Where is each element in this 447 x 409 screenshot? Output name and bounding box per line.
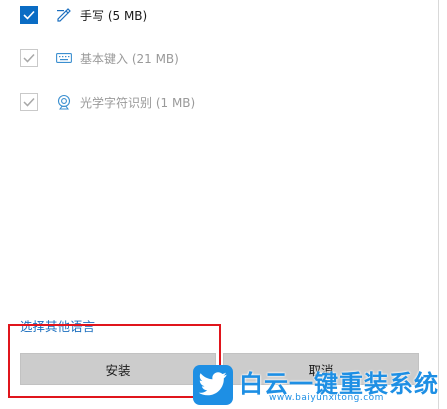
basic-typing-checkbox xyxy=(20,49,38,67)
handwriting-checkbox[interactable] xyxy=(20,6,38,24)
checkmark-icon xyxy=(23,53,35,63)
checkmark-icon xyxy=(23,97,35,107)
handwriting-label: 手写 (5 MB) xyxy=(80,8,148,23)
option-ocr: 光学字符识别 (1 MB) xyxy=(20,91,195,113)
panel-divider xyxy=(438,0,439,409)
ocr-checkbox xyxy=(20,93,38,111)
highlight-box xyxy=(8,324,221,398)
ocr-label: 光学字符识别 (1 MB) xyxy=(80,95,196,110)
watermark: 白云一键重装系统 www.baiyunxitong.com xyxy=(193,362,443,408)
ocr-camera-icon xyxy=(55,93,73,111)
bird-icon xyxy=(193,365,233,405)
option-handwriting[interactable]: 手写 (5 MB) xyxy=(20,4,147,26)
pen-icon xyxy=(55,6,73,24)
checkmark-icon xyxy=(23,10,35,20)
keyboard-icon xyxy=(55,49,73,67)
watermark-url: www.baiyunxitong.com xyxy=(269,393,384,403)
basic-typing-label: 基本键入 (21 MB) xyxy=(80,51,179,66)
option-basic-typing: 基本键入 (21 MB) xyxy=(20,47,179,69)
